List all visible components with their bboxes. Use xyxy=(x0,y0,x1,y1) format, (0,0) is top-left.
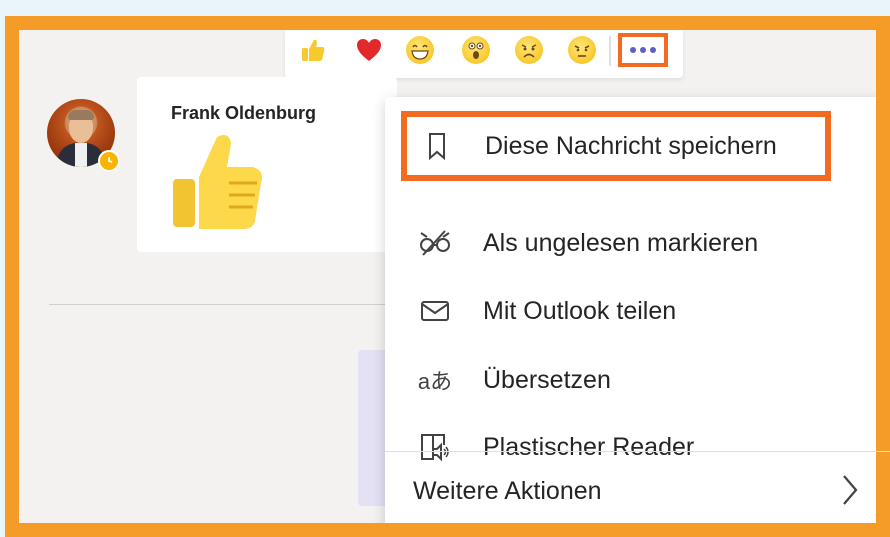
menu-item-label: Als ungelesen markieren xyxy=(483,228,759,257)
menu-item-translate[interactable]: aあ Übersetzen xyxy=(385,350,876,410)
heart-icon[interactable] xyxy=(355,36,383,64)
menu-item-more-actions[interactable]: Weitere Aktionen xyxy=(385,462,876,520)
message-divider xyxy=(49,304,405,305)
surprised-face-icon[interactable] xyxy=(462,36,490,64)
immersive-reader-icon xyxy=(415,431,455,463)
angry-face-icon[interactable] xyxy=(568,36,596,64)
menu-item-label: Mit Outlook teilen xyxy=(483,296,677,325)
thumbs-up-emoji-icon xyxy=(169,129,265,231)
thumbs-up-icon[interactable] xyxy=(299,36,327,64)
unread-glasses-icon xyxy=(415,229,455,257)
sad-face-icon[interactable] xyxy=(515,36,543,64)
mail-icon xyxy=(415,300,455,322)
message-card[interactable]: Frank Oldenburg xyxy=(137,77,397,252)
more-options-icon[interactable] xyxy=(618,33,668,67)
screenshot-frame: Frank Oldenburg Diese Nachricht speicher… xyxy=(5,16,890,537)
menu-item-save-message[interactable]: Diese Nachricht speichern xyxy=(401,111,831,181)
menu-item-share-outlook[interactable]: Mit Outlook teilen xyxy=(385,281,876,341)
sender-name: Frank Oldenburg xyxy=(171,103,317,123)
chevron-right-icon xyxy=(838,472,862,515)
menu-item-label: Plastischer Reader xyxy=(483,432,695,461)
translate-icon: aあ xyxy=(417,369,453,394)
reaction-divider xyxy=(609,36,611,66)
reaction-bar xyxy=(285,30,683,78)
menu-item-mark-unread[interactable]: Als ungelesen markieren xyxy=(385,213,876,273)
clock-icon xyxy=(98,150,120,172)
menu-separator xyxy=(385,451,890,452)
more-actions-label: Weitere Aktionen xyxy=(413,476,602,505)
bookmark-icon xyxy=(417,132,457,160)
laughing-face-icon[interactable] xyxy=(406,36,434,64)
menu-item-label: Übersetzen xyxy=(483,365,611,394)
menu-item-label: Diese Nachricht speichern xyxy=(485,131,777,160)
